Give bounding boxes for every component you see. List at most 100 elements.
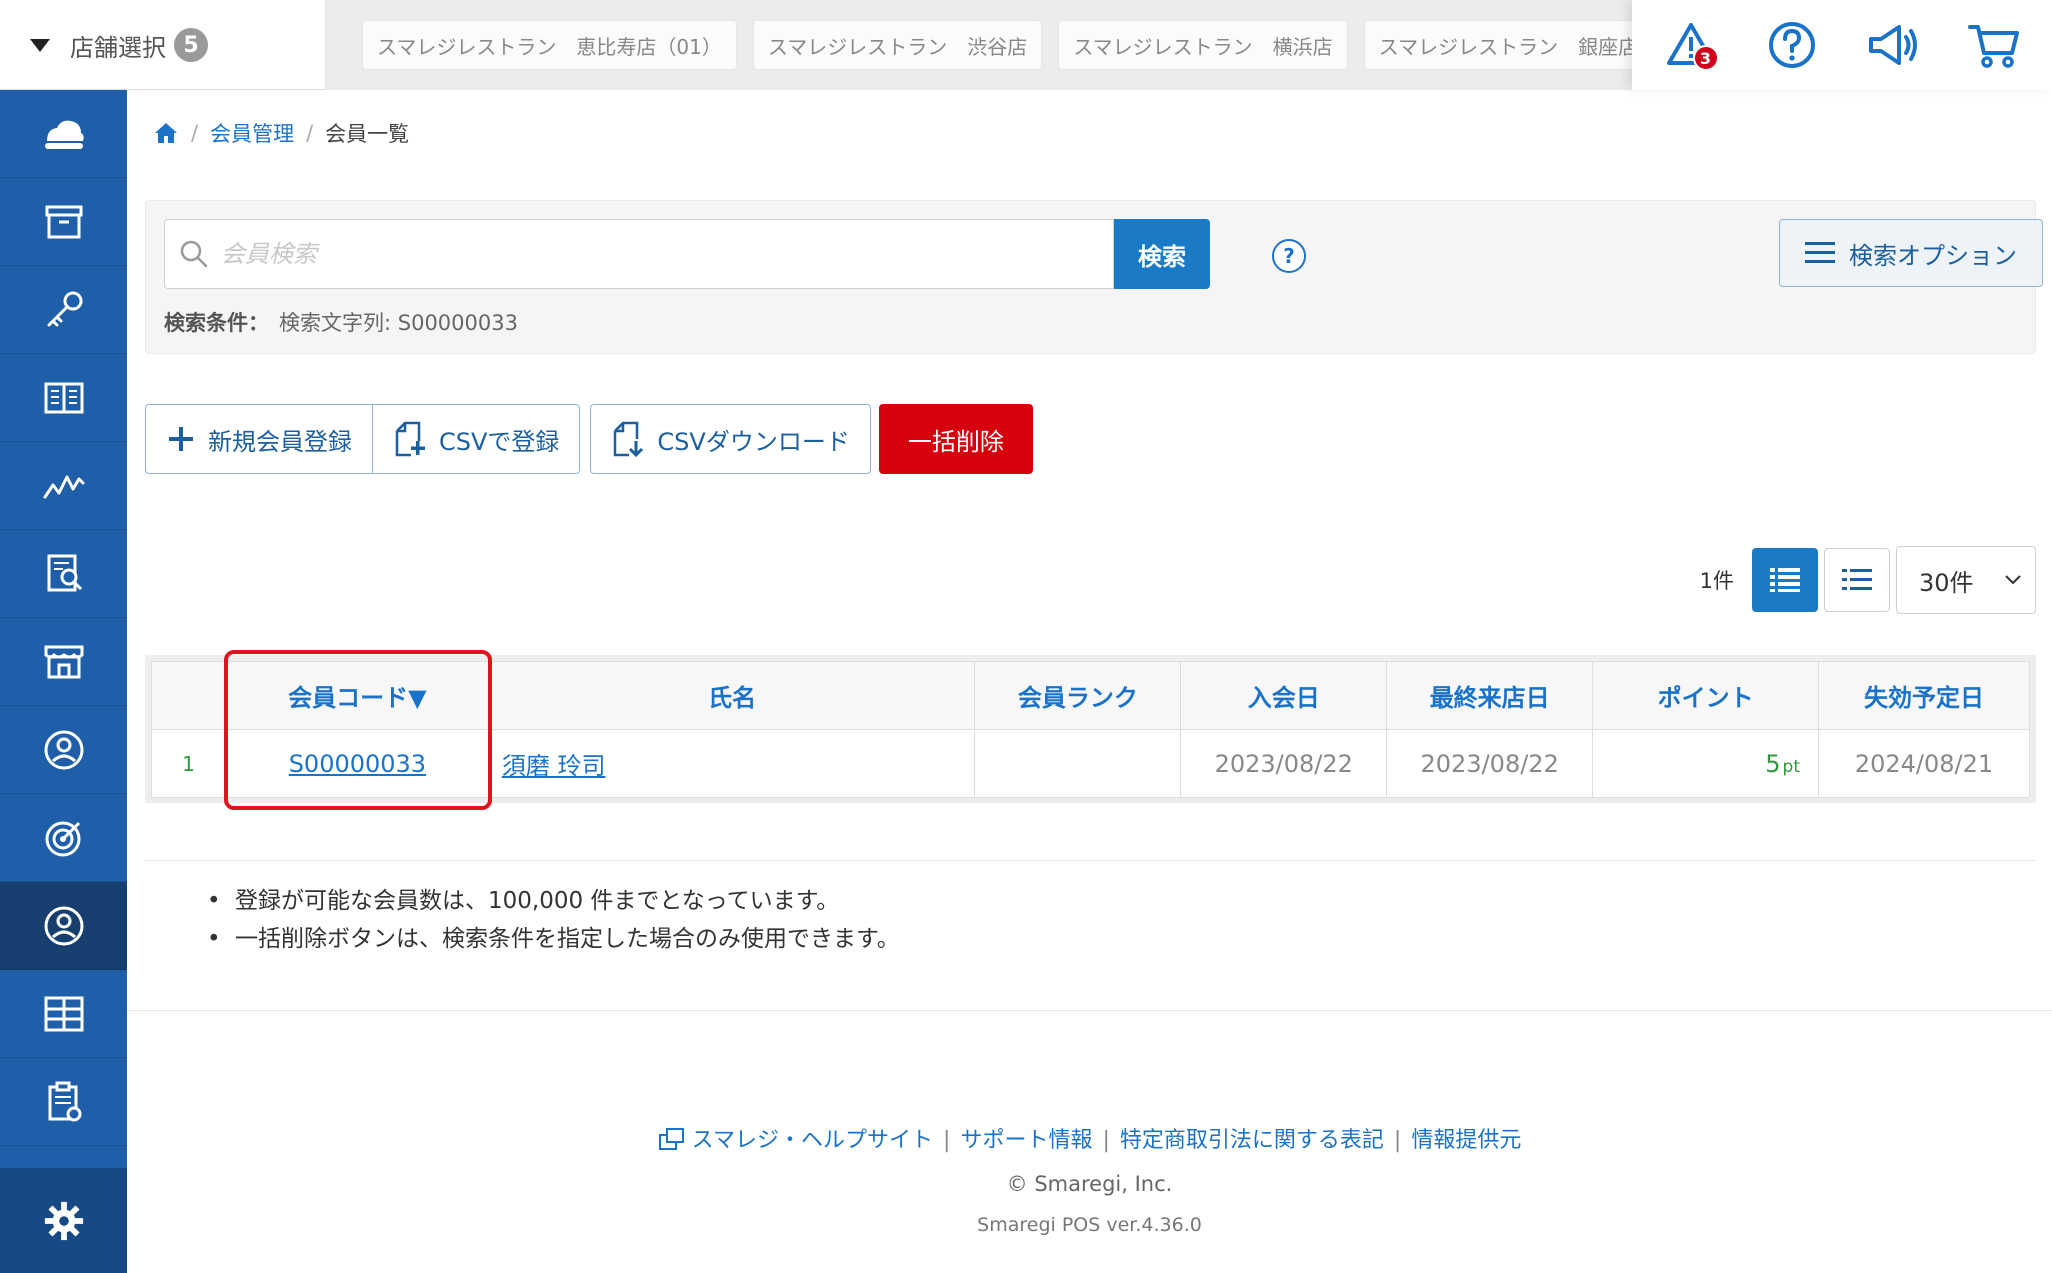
col-joined[interactable]: 入会日 [1180,661,1388,730]
store-count-badge: 5 [174,28,208,62]
store-tab[interactable]: スマレジレストラン 恵比寿店（01） [362,20,737,70]
member-name-link[interactable]: 須磨 玲司 [502,752,606,780]
alert-count-badge: 3 [1692,45,1719,71]
search-help-icon[interactable]: ? [1272,239,1306,273]
store-select-label: 店舗選択 [70,33,166,62]
search-condition: 検索条件： 検索文字列: S00000033 [164,307,518,337]
store-tab-strip: スマレジレストラン 恵比寿店（01） スマレジレストラン 渋谷店 スマレジレスト… [326,0,1632,90]
report-search-icon[interactable] [0,530,127,618]
store-tab[interactable]: スマレジレストラン 横浜店 [1058,20,1348,70]
compact-view-button[interactable] [1824,548,1890,612]
chevron-down-icon [2005,575,2021,585]
dashboard-icon[interactable] [0,90,127,178]
csv-download-label: CSVダウンロード [657,427,850,456]
expiry-date-cell: 2024/08/21 [1818,729,2030,798]
archive-icon[interactable] [0,178,127,266]
gear-icon[interactable] [0,1168,127,1273]
new-member-button[interactable]: 新規会員登録 [145,404,373,474]
info-provider-link[interactable]: 情報提供元 [1411,1128,1521,1153]
col-index [151,661,226,730]
col-last-visit[interactable]: 最終来店日 [1386,661,1594,730]
target-icon[interactable] [0,794,127,882]
action-button-row: 新規会員登録 CSVで登録 CSVダウンロード 一括削除 [145,404,1033,474]
store-select-dropdown[interactable]: 店舗選択 5 [0,0,326,90]
col-points[interactable]: ポイント [1592,661,1819,730]
store-icon[interactable] [0,618,127,706]
legal-notice-link[interactable]: 特定商取引法に関する表記 [1120,1128,1384,1153]
top-icon-group: 3 [1632,0,2052,90]
footer-links: スマレジ・ヘルプサイト | サポート情報 | 特定商取引法に関する表記 | 情報提供元 [127,1122,2052,1154]
support-link[interactable]: サポート情報 [960,1128,1092,1153]
search-options-button[interactable]: 検索オプション [1779,219,2043,287]
table-row: 1 S00000033 須磨 玲司 2023/08/22 2023/08/22 … [151,729,2030,798]
store-tab[interactable]: スマレジレストラン 銀座店（B [1363,20,1632,70]
member-code-cell: S00000033 [224,729,490,798]
per-page-value: 30件 [1919,568,1974,597]
col-rank[interactable]: 会員ランク [974,661,1182,730]
points-cell: 5 pt [1592,729,1819,798]
help-site-link[interactable]: スマレジ・ヘルプサイト [692,1128,933,1153]
clipboard-icon[interactable] [0,1058,127,1146]
megaphone-icon[interactable] [1863,15,1923,75]
member-name-cell: 須磨 玲司 [488,729,976,798]
col-name[interactable]: 氏名 [488,661,976,730]
breadcrumb-current: 会員一覧 [325,122,410,146]
analytics-icon[interactable] [0,442,127,530]
joined-date-cell: 2023/08/22 [1180,729,1388,798]
divider [145,860,2036,861]
sidebar [0,90,127,1273]
new-member-label: 新規会員登録 [208,427,352,456]
store-tab[interactable]: スマレジレストラン 渋谷店 [752,20,1043,70]
csv-download-button[interactable]: CSVダウンロード [590,404,871,474]
last-visit-cell: 2023/08/22 [1386,729,1594,798]
compact-list-icon [1842,569,1872,590]
grid-icon[interactable] [0,970,127,1058]
search-panel: 検索 ? 検索条件： 検索文字列: S00000033 検索オプション [145,200,2043,354]
top-bar: 店舗選択 5 スマレジレストラン 恵比寿店（01） スマレジレストラン 渋谷店 … [0,0,2052,90]
list-controls: 1件 30件 [1700,546,2036,614]
points-unit: pt [1782,756,1800,777]
book-icon[interactable] [0,354,127,442]
list-icon [1770,568,1800,592]
cart-icon[interactable] [1964,15,2024,75]
row-number: 1 [151,729,226,798]
key-icon[interactable] [0,266,127,354]
search-options-label: 検索オプション [1849,241,2017,270]
file-add-icon [395,421,425,457]
caret-down-icon [30,38,50,52]
result-count: 1件 [1699,569,1734,593]
file-download-icon [614,421,644,457]
search-input[interactable] [221,240,1101,268]
member-icon[interactable] [0,882,127,970]
copyright: © Smaregi, Inc. [1006,1172,1173,1196]
member-table: 会員コード▼ 氏名 会員ランク 入会日 最終来店日 ポイント 失効予定日 1 S… [151,661,2030,798]
external-link-icon [658,1128,684,1150]
search-condition-label: 検索条件： [164,311,269,335]
note-item: 登録が可能な会員数は、100,000 件までとなっています。 [207,882,900,920]
member-code-link[interactable]: S00000033 [289,750,426,778]
divider [127,1010,2052,1011]
csv-register-button[interactable]: CSVで登録 [373,404,581,474]
per-page-select[interactable]: 30件 [1896,546,2036,614]
notes-list: 登録が可能な会員数は、100,000 件までとなっています。 一括削除ボタンは、… [207,882,900,958]
staff-icon[interactable] [0,706,127,794]
bulk-delete-button[interactable]: 一括削除 [878,404,1033,474]
version: Smaregi POS ver.4.36.0 [977,1214,1202,1236]
plus-icon [169,427,193,451]
breadcrumb-member-management[interactable]: 会員管理 [210,118,294,148]
points-value: 5 [1765,749,1781,778]
col-member-code[interactable]: 会員コード▼ [224,661,490,730]
search-button[interactable]: 検索 [1114,219,1210,289]
col-expiry[interactable]: 失効予定日 [1818,661,2030,730]
member-rank-cell [974,729,1182,798]
alert-icon[interactable]: 3 [1661,15,1721,75]
member-table-wrap: 会員コード▼ 氏名 会員ランク 入会日 最終来店日 ポイント 失効予定日 1 S… [145,655,2036,803]
home-icon[interactable] [153,120,179,146]
csv-register-label: CSVで登録 [439,427,560,456]
table-header-row: 会員コード▼ 氏名 会員ランク 入会日 最終来店日 ポイント 失効予定日 [151,661,2030,730]
search-condition-value: 検索文字列: S00000033 [279,311,518,335]
search-box [164,219,1114,289]
main-content: / 会員管理 / 会員一覧 検索 ? 検索条件： 検索文字列: S00000033… [127,90,2052,1273]
list-view-button[interactable] [1752,548,1818,612]
help-icon[interactable] [1762,15,1822,75]
